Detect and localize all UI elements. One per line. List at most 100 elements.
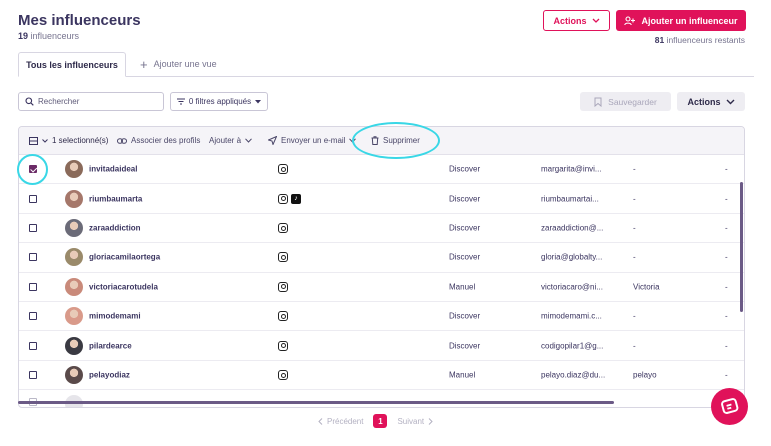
avatar <box>65 189 83 208</box>
table-row[interactable]: victoriacarotudela Manuel victoriacaro@ni.… <box>19 273 744 302</box>
email-cell: codigopilar1@g... <box>541 341 604 351</box>
save-view-button[interactable]: Sauvegarder <box>580 92 671 111</box>
remaining-influencers: 81 influenceurs restants <box>655 35 745 45</box>
instagram-icon[interactable] <box>278 252 288 263</box>
instagram-icon[interactable] <box>278 222 288 233</box>
filters-label: 0 filtres appliqués <box>188 97 252 106</box>
save-label: Sauvegarder <box>608 96 657 107</box>
instagram-icon[interactable] <box>278 369 288 380</box>
table-row[interactable]: pelayodiaz Manuel pelayo.diaz@du... pelayo - <box>19 361 744 391</box>
table-actions-button[interactable]: Actions <box>677 92 745 111</box>
search-input[interactable] <box>38 97 148 106</box>
social-networks <box>278 252 288 263</box>
previous-page-button[interactable]: Précédent <box>318 417 363 426</box>
source-cell: Discover <box>449 164 481 174</box>
table-actions-label: Actions <box>687 96 721 107</box>
source-cell: Discover <box>449 311 481 321</box>
tabs-divider <box>18 76 754 77</box>
table-row[interactable]: gloriacamilaortega Discover gloria@globalt… <box>19 243 744 273</box>
row-checkbox[interactable] <box>29 370 37 379</box>
add-view-label: Ajouter une vue <box>153 59 217 69</box>
help-chat-button[interactable] <box>711 388 748 425</box>
email-cell: margarita@invi... <box>541 164 602 174</box>
first-name-cell: - <box>633 164 636 174</box>
first-name-cell: pelayo <box>633 370 657 380</box>
actions-dropdown-button[interactable]: Actions <box>543 10 610 31</box>
instagram-icon[interactable] <box>278 281 288 292</box>
extra-cell: - <box>725 370 728 380</box>
page-number[interactable]: 1 <box>373 414 388 428</box>
row-checkbox[interactable] <box>29 341 37 350</box>
table-row[interactable]: zaraaddiction Discover zaraaddiction@... - - <box>19 214 744 244</box>
influencers-table: 1 selectionné(s) Associer des profils Aj… <box>18 126 745 408</box>
search-box[interactable] <box>18 92 164 111</box>
instagram-icon[interactable] <box>278 311 288 322</box>
influencer-username[interactable]: pilardearce <box>89 341 132 350</box>
trash-icon <box>371 136 379 145</box>
chevron-down-icon <box>245 138 252 143</box>
chevron-down-icon <box>726 99 734 104</box>
row-checkbox[interactable] <box>29 253 37 262</box>
associate-profiles-label: Associer des profils <box>131 136 201 145</box>
table-row[interactable]: pilardearce Discover codigopilar1@g... - - <box>19 331 744 361</box>
send-email-label: Envoyer un e-mail <box>281 136 346 145</box>
next-page-button[interactable]: Suivant <box>397 417 433 426</box>
row-checkbox[interactable] <box>29 194 37 203</box>
instagram-icon[interactable] <box>278 164 288 175</box>
row-checkbox[interactable] <box>29 312 37 321</box>
horizontal-scrollbar[interactable] <box>18 401 614 404</box>
send-email-dropdown[interactable]: Envoyer un e-mail <box>268 136 357 145</box>
first-name-cell: - <box>633 311 636 321</box>
add-to-dropdown[interactable]: Ajouter à <box>209 136 252 145</box>
tab-add-view[interactable]: + Ajouter une vue <box>140 52 217 76</box>
tiktok-icon[interactable]: ♪ <box>291 193 301 204</box>
first-name-cell: - <box>633 341 636 351</box>
first-name-cell: - <box>633 194 636 204</box>
select-all-dropdown[interactable]: 1 selectionné(s) <box>29 136 108 145</box>
table-row[interactable]: riumbaumarta ♪ Discover riumbaumartai... - - <box>19 184 744 214</box>
influencer-username[interactable]: zaraaddiction <box>89 223 141 232</box>
avatar <box>65 248 83 267</box>
influencer-username[interactable]: mimodemami <box>89 312 141 321</box>
instagram-icon[interactable] <box>278 193 288 204</box>
add-influencer-button[interactable]: Ajouter un influenceur <box>616 10 746 31</box>
selected-count: 1 selectionné(s) <box>52 136 109 145</box>
chevron-down-icon <box>42 138 48 143</box>
row-checkbox[interactable] <box>29 223 37 232</box>
extra-cell: - <box>725 311 728 321</box>
send-icon <box>268 136 277 145</box>
associate-profiles-button[interactable]: Associer des profils <box>117 136 200 145</box>
page-title: Mes influenceurs <box>18 12 141 29</box>
extra-cell: - <box>725 194 728 204</box>
social-networks <box>278 369 288 380</box>
vertical-scrollbar[interactable] <box>740 182 743 312</box>
source-cell: Discover <box>449 341 481 351</box>
extra-cell: - <box>725 341 728 351</box>
next-label: Suivant <box>397 416 425 426</box>
influencer-username[interactable]: pelayodiaz <box>89 370 130 379</box>
table-row[interactable]: mimodemami Discover mimodemami.c... - - <box>19 302 744 332</box>
chevron-down-icon <box>592 18 599 23</box>
row-checkbox[interactable] <box>29 165 37 174</box>
row-checkbox[interactable] <box>29 282 37 291</box>
influencer-count-label: influenceurs <box>30 31 80 41</box>
email-cell: riumbaumartai... <box>541 194 599 204</box>
add-to-label: Ajouter à <box>209 136 242 145</box>
influencer-username[interactable]: invitadaideal <box>89 165 137 174</box>
delete-button[interactable]: Supprimer <box>371 136 420 145</box>
instagram-icon[interactable] <box>278 340 288 351</box>
source-cell: Discover <box>449 223 481 233</box>
influencer-username[interactable]: riumbaumarta <box>89 194 142 203</box>
filters-dropdown[interactable]: 0 filtres appliqués <box>170 92 268 111</box>
table-row[interactable]: invitadaideal Discover margarita@invi... - - <box>19 155 744 185</box>
delete-label: Supprimer <box>383 136 420 145</box>
tab-all-influencers[interactable]: Tous les influenceurs <box>18 52 126 77</box>
filter-icon <box>176 98 185 105</box>
pagination: Précédent 1 Suivant <box>318 414 433 428</box>
extra-cell: - <box>725 223 728 233</box>
source-cell: Manuel <box>449 370 476 380</box>
chevron-down-icon <box>349 138 357 143</box>
influencer-username[interactable]: gloriacamilaortega <box>89 253 160 262</box>
previous-label: Précédent <box>327 416 364 426</box>
influencer-username[interactable]: victoriacarotudela <box>89 282 158 291</box>
